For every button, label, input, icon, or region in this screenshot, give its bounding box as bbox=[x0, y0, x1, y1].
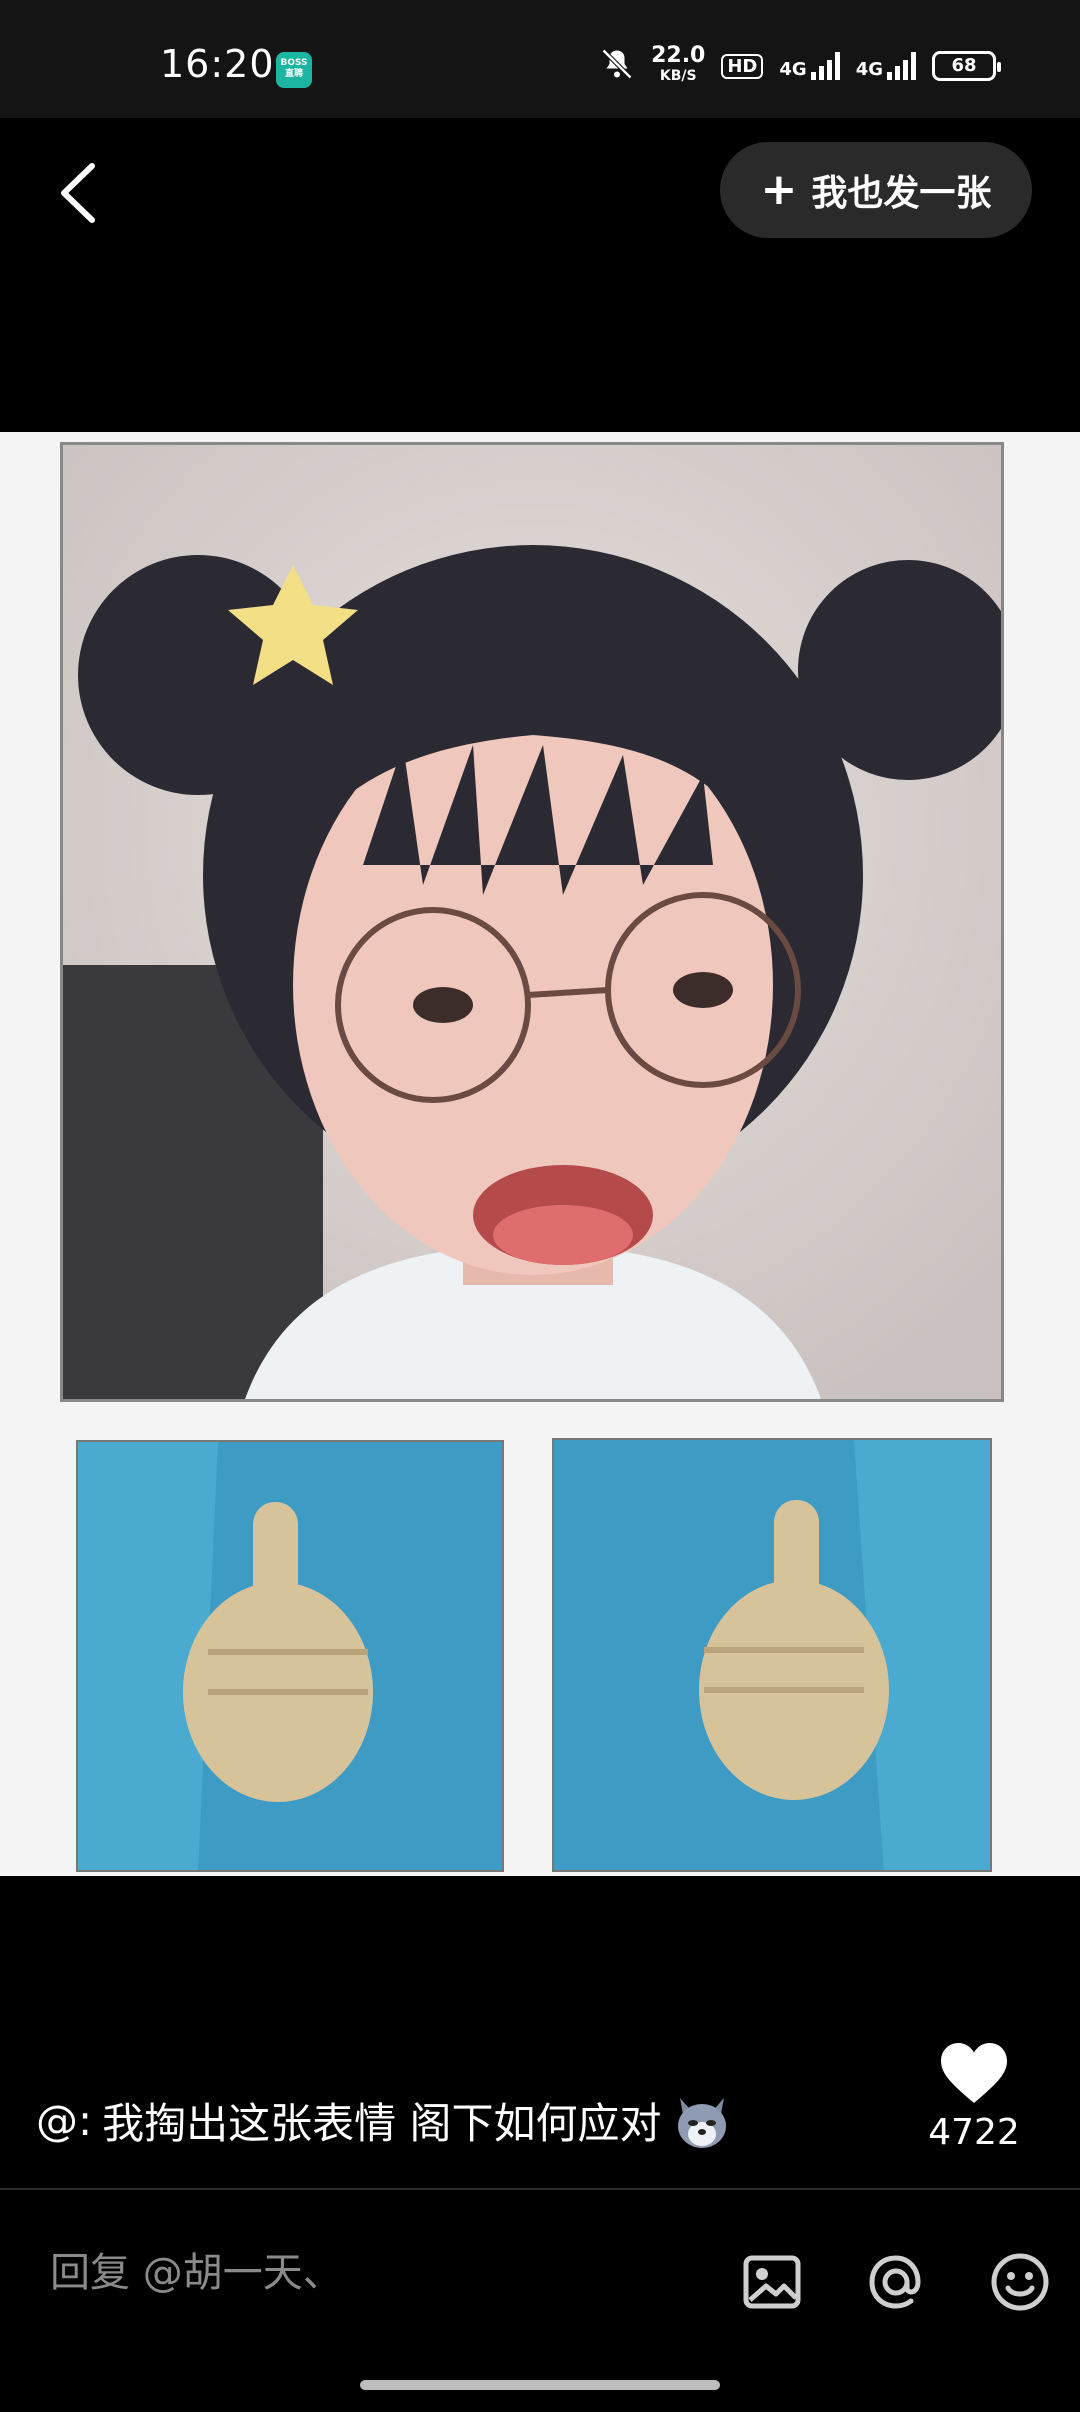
at-icon[interactable] bbox=[862, 2248, 930, 2316]
meme-face-photo bbox=[60, 442, 1004, 1402]
mute-bell-icon bbox=[599, 46, 635, 86]
wolf-emoji bbox=[677, 2097, 726, 2148]
thumbs-up-photo-left bbox=[76, 1440, 504, 1872]
status-time: 16:20 bbox=[160, 42, 275, 86]
top-app-bar: + 我也发一张 bbox=[0, 118, 1080, 268]
divider bbox=[0, 2188, 1080, 2190]
thumbs-up-photo-right bbox=[552, 1438, 992, 1872]
signal-sim2-icon: 4G bbox=[856, 52, 916, 80]
like-count: 4722 bbox=[928, 2112, 1020, 2153]
smiley-icon[interactable] bbox=[986, 2248, 1054, 2316]
post-one-too-button[interactable]: + 我也发一张 bbox=[720, 142, 1032, 238]
caption-text: 我掏出这张表情 阁下如何应对 bbox=[102, 2099, 662, 2148]
post-button-label: 我也发一张 bbox=[811, 173, 992, 214]
caption-mention-prefix[interactable]: @: bbox=[36, 2096, 92, 2145]
reply-toolbar bbox=[738, 2248, 1054, 2316]
battery-icon: 68 bbox=[932, 51, 1001, 81]
status-bar: 16:20 BOSS 直聘 22.0 KB/S HD 4G 4G 68 bbox=[0, 0, 1080, 118]
hd-voice-icon: HD bbox=[721, 53, 764, 79]
plus-icon: + bbox=[760, 164, 798, 215]
meme-image[interactable] bbox=[0, 432, 1080, 1876]
chevron-left-icon bbox=[61, 163, 95, 223]
post-caption: @: 我掏出这张表情 阁下如何应对 bbox=[36, 2090, 732, 2151]
back-button[interactable] bbox=[50, 158, 110, 228]
like-button[interactable]: 4722 bbox=[904, 2040, 1044, 2153]
home-indicator[interactable] bbox=[360, 2380, 720, 2390]
network-speed: 22.0 KB/S bbox=[651, 43, 706, 85]
status-icons: 22.0 KB/S HD 4G 4G 68 bbox=[599, 43, 1001, 86]
boss-app-icon: BOSS 直聘 bbox=[276, 52, 312, 88]
signal-sim1-icon: 4G bbox=[779, 52, 840, 80]
image-icon[interactable] bbox=[738, 2248, 806, 2316]
reply-input[interactable]: 回复 @胡一天、 bbox=[50, 2240, 343, 2298]
heart-icon bbox=[941, 2043, 1007, 2103]
